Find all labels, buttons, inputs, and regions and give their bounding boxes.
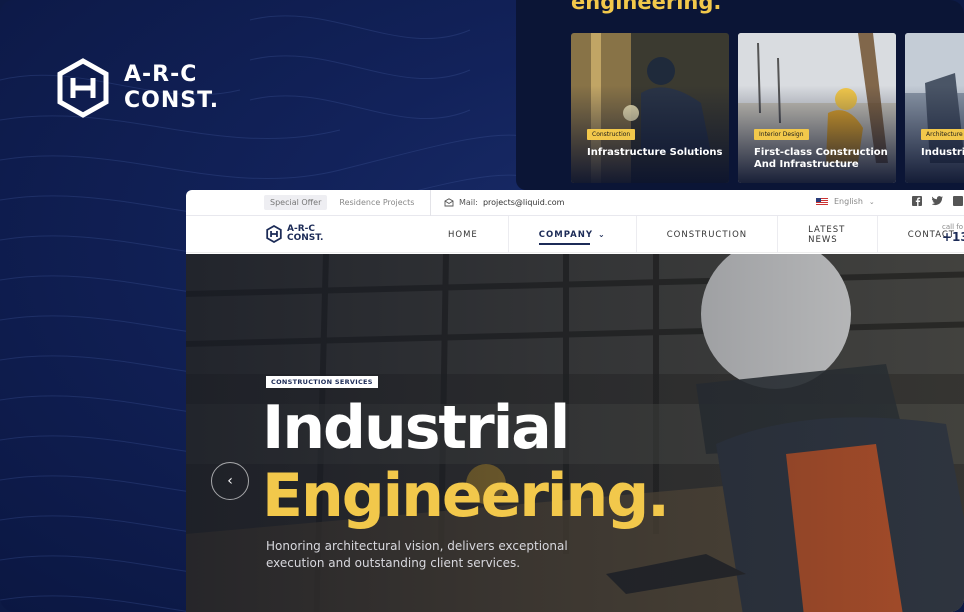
nav-item-latest-news[interactable]: LATEST NEWS	[778, 216, 878, 253]
chevron-down-icon: ⌄	[868, 197, 875, 206]
project-card-1[interactable]: Construction Infrastructure Solutions	[571, 33, 729, 183]
linkedin-icon[interactable]	[953, 196, 963, 206]
project-tag: Construction	[587, 129, 636, 140]
nav-logo-line2: CONST.	[287, 233, 324, 243]
nav-logo[interactable]: A-R-C CONST.	[266, 225, 323, 243]
projects-preview-card: engineering. Construction Infrastructure…	[516, 0, 964, 190]
chevron-down-icon: ⌄	[598, 230, 606, 239]
nav-item-home[interactable]: HOME	[418, 216, 509, 253]
showcase-background: A-R-C CONST. engineering. Construction I…	[0, 0, 964, 612]
nav-item-company[interactable]: COMPANY ⌄	[509, 216, 637, 253]
hero-title-line1: Industrial	[262, 393, 570, 463]
facebook-icon[interactable]	[912, 196, 922, 206]
mail-info[interactable]: Mail: projects@liquid.com	[444, 198, 564, 207]
chevron-left-icon: ‹	[227, 473, 233, 489]
mail-label: Mail:	[459, 198, 478, 207]
brand-line1: A-R-C	[124, 62, 198, 87]
mail-icon	[444, 198, 454, 207]
hero-section: ‹ CONSTRUCTION SERVICES Industrial Engin…	[186, 254, 964, 612]
project-title: Industrial And Con	[921, 147, 964, 158]
hero-title-line2: Engineering.	[262, 461, 670, 531]
hexagon-logo-icon	[57, 58, 109, 118]
hero-badge: CONSTRUCTION SERVICES	[266, 376, 378, 388]
project-title: First-class Construction And Infrastruct…	[754, 147, 888, 170]
social-links	[912, 196, 963, 206]
twitter-icon[interactable]	[932, 196, 943, 206]
language-selector[interactable]: English ⌄	[816, 197, 875, 206]
special-offer-link[interactable]: Special Offer	[264, 195, 328, 210]
photo-shade	[571, 33, 729, 183]
hexagon-logo-icon	[266, 225, 282, 243]
website-window: Special Offer Residence Projects Mail: p…	[186, 190, 964, 612]
residence-projects-link[interactable]: Residence Projects	[339, 198, 414, 207]
nav-item-label: HOME	[448, 229, 478, 240]
brand-logo: A-R-C CONST.	[56, 58, 219, 118]
nav-item-label: LATEST NEWS	[808, 224, 846, 245]
nav-item-label: COMPANY	[538, 229, 594, 240]
nav-menu: HOME COMPANY ⌄ CONSTRUCTION LATEST NEWS C…	[418, 216, 964, 253]
project-card-3[interactable]: Architecture Industrial And Con	[905, 33, 964, 183]
prev-slide-button[interactable]: ‹	[211, 462, 249, 500]
project-tag: Interior Design	[754, 129, 809, 140]
nav-item-label: CONSTRUCTION	[666, 229, 748, 240]
section-heading: engineering.	[571, 0, 722, 14]
top-info-bar: Special Offer Residence Projects Mail: p…	[186, 190, 964, 216]
divider	[430, 190, 431, 216]
nav-item-construction[interactable]: CONSTRUCTION	[637, 216, 779, 253]
hero-subtitle: Honoring architectural vision, delivers …	[266, 539, 568, 570]
main-navbar: A-R-C CONST. HOME COMPANY ⌄ CONSTRUCTION …	[186, 216, 964, 253]
brand-line2: CONST.	[124, 88, 220, 113]
mail-address: projects@liquid.com	[482, 198, 565, 207]
project-tag: Architecture	[921, 129, 964, 140]
language-label: English	[834, 197, 863, 206]
photo-shade	[905, 33, 964, 183]
us-flag-icon	[816, 197, 828, 206]
call-number: +13	[942, 230, 964, 244]
project-title: Infrastructure Solutions	[587, 147, 723, 158]
project-card-2[interactable]: Interior Design First-class Construction…	[738, 33, 896, 183]
call-info[interactable]: call fo +13	[942, 222, 964, 244]
